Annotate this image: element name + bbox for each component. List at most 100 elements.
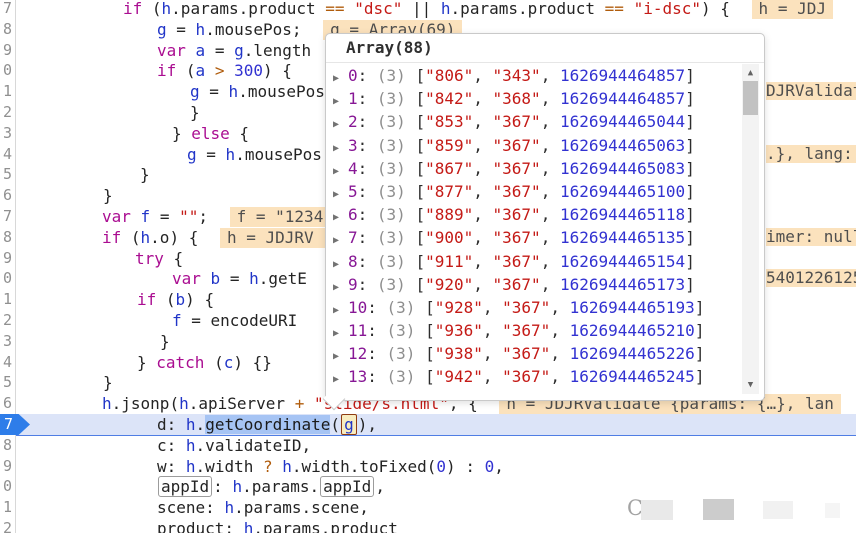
popup-row-text: 1626944465044 [560, 112, 685, 131]
line-number-gutter[interactable]: 78901234567890123456789012 [0, 0, 16, 533]
popup-row[interactable]: ▶11: (3) ["936", "367", 1626944465210] [326, 319, 736, 342]
popup-row-text: , [473, 159, 492, 178]
popup-row[interactable]: ▶13: (3) ["942", "367", 1626944465245] [326, 365, 736, 388]
line-number[interactable]: 9 [0, 456, 12, 477]
line-number[interactable]: 1 [0, 289, 12, 310]
code-token: ( [142, 0, 161, 18]
line-number[interactable]: 3 [0, 123, 12, 144]
line-number[interactable]: 9 [0, 40, 12, 61]
code-token [186, 41, 196, 60]
popup-row-text: ] [685, 89, 695, 108]
token-match-box[interactable]: appId [320, 476, 374, 497]
inline-eval-badge: h = JDJ [752, 0, 833, 19]
line-number[interactable]: 7 [0, 0, 12, 19]
code-line[interactable]: w: h.width ? h.width.toFixed(0) : 0, [15, 456, 856, 477]
popup-row-text: [ [406, 182, 425, 201]
code-token: scene: [157, 498, 224, 517]
popup-row[interactable]: ▶1: (3) ["842", "368", 1626944464857] [326, 87, 736, 110]
popup-row-text: ] [685, 159, 695, 178]
line-number[interactable]: 6 [0, 393, 12, 414]
popup-row-text: ] [695, 367, 705, 386]
line-number[interactable]: 0 [0, 268, 12, 289]
line-number[interactable]: 1 [0, 497, 12, 518]
line-number[interactable]: 2 [0, 310, 12, 331]
popup-row-text: ] [685, 182, 695, 201]
line-number[interactable]: 7 [0, 206, 12, 227]
scroll-down-icon[interactable]: ▼ [742, 379, 759, 391]
scroll-thumb[interactable] [743, 81, 758, 115]
popup-row[interactable]: ▶2: (3) ["853", "367", 1626944465044] [326, 110, 736, 133]
token-match-box[interactable]: appId [158, 476, 212, 497]
popup-row-text: 7 [348, 228, 358, 247]
popup-row[interactable]: ▶0: (3) ["806", "343", 1626944464857] [326, 64, 736, 87]
popup-row-text: , [473, 136, 492, 155]
line-number[interactable]: 8 [0, 227, 12, 248]
popup-scrollbar[interactable]: ▲ ▼ [742, 64, 759, 394]
line-number[interactable]: 4 [0, 352, 12, 373]
line-number[interactable]: 2 [0, 518, 12, 533]
code-line[interactable]: if (h.params.product == "dsc" || h.param… [15, 0, 856, 19]
line-number[interactable]: 3 [0, 331, 12, 352]
code-line[interactable]: appId: h.params.appId, [15, 476, 856, 497]
popup-row-text: 1626944465210 [570, 321, 695, 340]
hover-variable-box[interactable]: g [341, 414, 357, 435]
popup-row-text: "367" [502, 298, 550, 317]
popup-rows: ▶0: (3) ["806", "343", 1626944464857]▶1:… [326, 64, 736, 398]
popup-row-text: : [358, 136, 377, 155]
popup-row[interactable]: ▶3: (3) ["859", "367", 1626944465063] [326, 134, 736, 157]
scroll-up-icon[interactable]: ▲ [742, 67, 759, 79]
popup-row[interactable]: ▶8: (3) ["911", "367", 1626944465154] [326, 250, 736, 273]
popup-row-text: , [550, 367, 569, 386]
line-number[interactable]: 8 [0, 19, 12, 40]
popup-row-text: ] [695, 344, 705, 363]
line-number[interactable]: 0 [0, 60, 12, 81]
line-number[interactable]: 8 [0, 435, 12, 456]
code-token: if [102, 228, 121, 247]
code-token: ( [330, 415, 340, 434]
popup-row[interactable]: ▶10: (3) ["928", "367", 1626944465193] [326, 296, 736, 319]
code-token: > [215, 61, 225, 80]
line-number[interactable]: 9 [0, 248, 12, 269]
code-token [131, 207, 141, 226]
popup-row-text: 4 [348, 159, 358, 178]
popup-row-text: , [541, 159, 560, 178]
popup-row-text: 1626944465063 [560, 136, 685, 155]
popup-row-text: 1626944465100 [560, 182, 685, 201]
code-line[interactable]: d: h.getCoordinate(g), [15, 414, 856, 436]
object-preview-popup: Array(88) ▶0: (3) ["806", "343", 1626944… [325, 33, 765, 401]
code-token: .params.product [253, 519, 398, 533]
line-number[interactable]: 0 [0, 476, 12, 497]
popup-row-text: 0 [348, 66, 358, 85]
popup-row[interactable]: ▶7: (3) ["900", "367", 1626944465135] [326, 226, 736, 249]
line-number[interactable]: 4 [0, 144, 12, 165]
popup-row[interactable]: ▶12: (3) ["938", "367", 1626944465226] [326, 342, 736, 365]
code-token: = [200, 82, 229, 101]
line-number[interactable]: 5 [0, 164, 12, 185]
popup-row-text: ] [685, 112, 695, 131]
popup-row-text: [ [406, 159, 425, 178]
popup-row[interactable]: ▶5: (3) ["877", "367", 1626944465100] [326, 180, 736, 203]
code-line[interactable]: c: h.validateID, [15, 435, 856, 456]
popup-row-text: [ [406, 112, 425, 131]
popup-row[interactable]: ▶9: (3) ["920", "367", 1626944465173] [326, 273, 736, 296]
code-token: h [141, 228, 151, 247]
eval-fragment: 5401226125 [766, 269, 856, 287]
code-token: } [103, 373, 113, 392]
selected-token[interactable]: getCoordinate [205, 415, 330, 434]
line-number[interactable]: 6 [0, 185, 12, 206]
popup-row-text: , [483, 344, 502, 363]
code-token: h [102, 394, 112, 413]
popup-row-text: (3) [387, 367, 416, 386]
popup-row[interactable]: ▶6: (3) ["889", "367", 1626944465118] [326, 203, 736, 226]
code-token: "i-dsc" [634, 0, 701, 18]
line-number[interactable]: 5 [0, 372, 12, 393]
popup-row-text: [ [406, 252, 425, 271]
line-number[interactable]: 1 [0, 81, 12, 102]
code-line[interactable]: product: h.params.product [15, 518, 856, 533]
code-token: .params. [242, 477, 319, 496]
line-number[interactable]: 2 [0, 102, 12, 123]
code-token: g [157, 20, 167, 39]
popup-row[interactable]: ▶4: (3) ["867", "367", 1626944465083] [326, 157, 736, 180]
popup-row-text: 1626944465193 [570, 298, 695, 317]
popup-row-text: (3) [377, 66, 406, 85]
